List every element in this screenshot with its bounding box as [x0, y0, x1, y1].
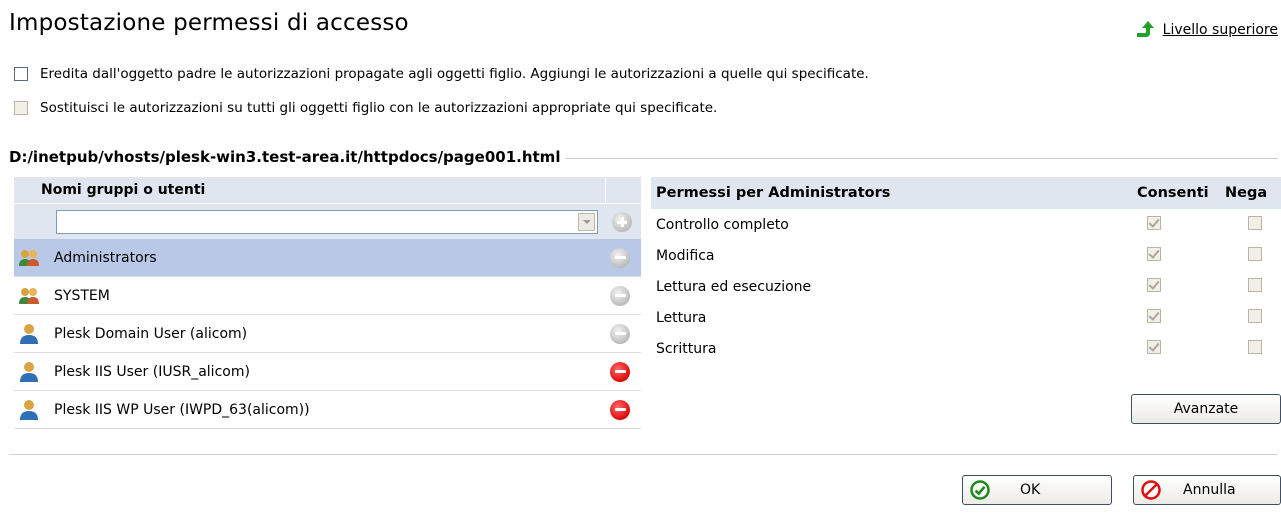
remove-disabled-icon [610, 285, 630, 306]
cancel-icon [1141, 480, 1161, 500]
inherit-option[interactable]: Eredita dall'oggetto padre le autorizzaz… [14, 66, 869, 82]
permission-label: Lettura [656, 309, 707, 326]
user-combo-box[interactable] [56, 209, 598, 234]
allow-checkbox [1147, 339, 1161, 354]
permission-row: Lettura [651, 302, 1281, 333]
user-icon [20, 399, 38, 420]
user-row-administrators[interactable]: Administrators [14, 239, 641, 277]
permission-row: Controllo completo [651, 209, 1281, 240]
user-icon [20, 361, 38, 382]
allow-column-header: Consenti [1137, 185, 1209, 201]
up-level-link[interactable]: Livello superiore [1135, 19, 1278, 41]
remove-user-icon[interactable] [610, 361, 630, 382]
replace-children-checkbox [14, 101, 28, 115]
cancel-button[interactable]: Annulla [1133, 475, 1281, 505]
user-name: Plesk IIS WP User (IWPD_63(alicom)) [54, 401, 310, 418]
cancel-label: Annulla [1183, 482, 1236, 498]
permissions-panel: Permessi per Administrators Consenti Neg… [651, 177, 1281, 364]
user-row-plesk-domain-user[interactable]: Plesk Domain User (alicom) [14, 315, 641, 353]
permission-row: Lettura ed esecuzione [651, 271, 1281, 302]
replace-children-option: Sostituisci le autorizzazioni su tutti g… [14, 100, 717, 116]
check-icon [970, 480, 990, 500]
divider [566, 157, 1278, 159]
permissions-header: Permessi per Administrators Consenti Neg… [651, 177, 1281, 209]
user-icon [20, 323, 38, 344]
replace-children-label: Sostituisci le autorizzazioni su tutti g… [40, 100, 718, 116]
header-spacer [605, 177, 641, 203]
permission-label: Lettura ed esecuzione [656, 278, 812, 295]
footer-divider [9, 454, 1278, 455]
allow-checkbox [1147, 277, 1161, 292]
remove-disabled-icon [610, 247, 630, 268]
allow-checkbox [1147, 308, 1161, 323]
ok-button[interactable]: OK [962, 475, 1112, 505]
add-user-icon[interactable] [612, 211, 632, 232]
group-icon [19, 287, 39, 304]
group-icon [19, 249, 39, 266]
user-row-plesk-iis-user[interactable]: Plesk IIS User (IUSR_alicom) [14, 353, 641, 391]
user-name: Plesk IIS User (IUSR_alicom) [54, 363, 250, 380]
user-name: Plesk Domain User (alicom) [54, 325, 248, 342]
user-name: SYSTEM [54, 287, 110, 304]
up-arrow-icon [1136, 21, 1154, 37]
allow-checkbox [1147, 246, 1161, 261]
permission-row: Modifica [651, 240, 1281, 271]
deny-column-header: Nega [1225, 185, 1268, 201]
user-row-plesk-iis-wp-user[interactable]: Plesk IIS WP User (IWPD_63(alicom)) [14, 391, 641, 429]
inherit-label: Eredita dall'oggetto padre le autorizzaz… [40, 66, 869, 82]
advanced-button[interactable]: Avanzate [1131, 394, 1281, 424]
users-header-label: Nomi gruppi o utenti [41, 182, 206, 198]
object-path: D:/inetpub/vhosts/plesk-win3.test-area.i… [9, 148, 561, 166]
deny-checkbox [1248, 308, 1262, 323]
remove-user-icon[interactable] [610, 399, 630, 420]
add-user-row [14, 203, 641, 239]
user-row-system[interactable]: SYSTEM [14, 277, 641, 315]
allow-checkbox [1147, 215, 1161, 230]
permission-row: Scrittura [651, 333, 1281, 364]
user-name: Administrators [54, 249, 157, 266]
users-panel: Nomi gruppi o utenti Administrators SYST… [14, 177, 641, 429]
deny-checkbox [1248, 246, 1262, 261]
object-path-section: D:/inetpub/vhosts/plesk-win3.test-area.i… [9, 147, 1278, 167]
combo-dropdown-icon[interactable] [578, 212, 595, 231]
deny-checkbox [1248, 277, 1262, 292]
deny-checkbox [1248, 215, 1262, 230]
page-title: Impostazione permessi di accesso [9, 10, 409, 36]
permission-label: Controllo completo [656, 216, 789, 233]
permission-label: Modifica [656, 247, 715, 264]
up-level-label[interactable]: Livello superiore [1163, 22, 1278, 38]
users-header: Nomi gruppi o utenti [14, 177, 641, 203]
ok-label: OK [1020, 482, 1041, 498]
inherit-checkbox[interactable] [14, 67, 28, 81]
permissions-header-label: Permessi per Administrators [656, 185, 891, 201]
remove-disabled-icon [610, 323, 630, 344]
permission-label: Scrittura [656, 340, 717, 357]
deny-checkbox [1248, 339, 1262, 354]
